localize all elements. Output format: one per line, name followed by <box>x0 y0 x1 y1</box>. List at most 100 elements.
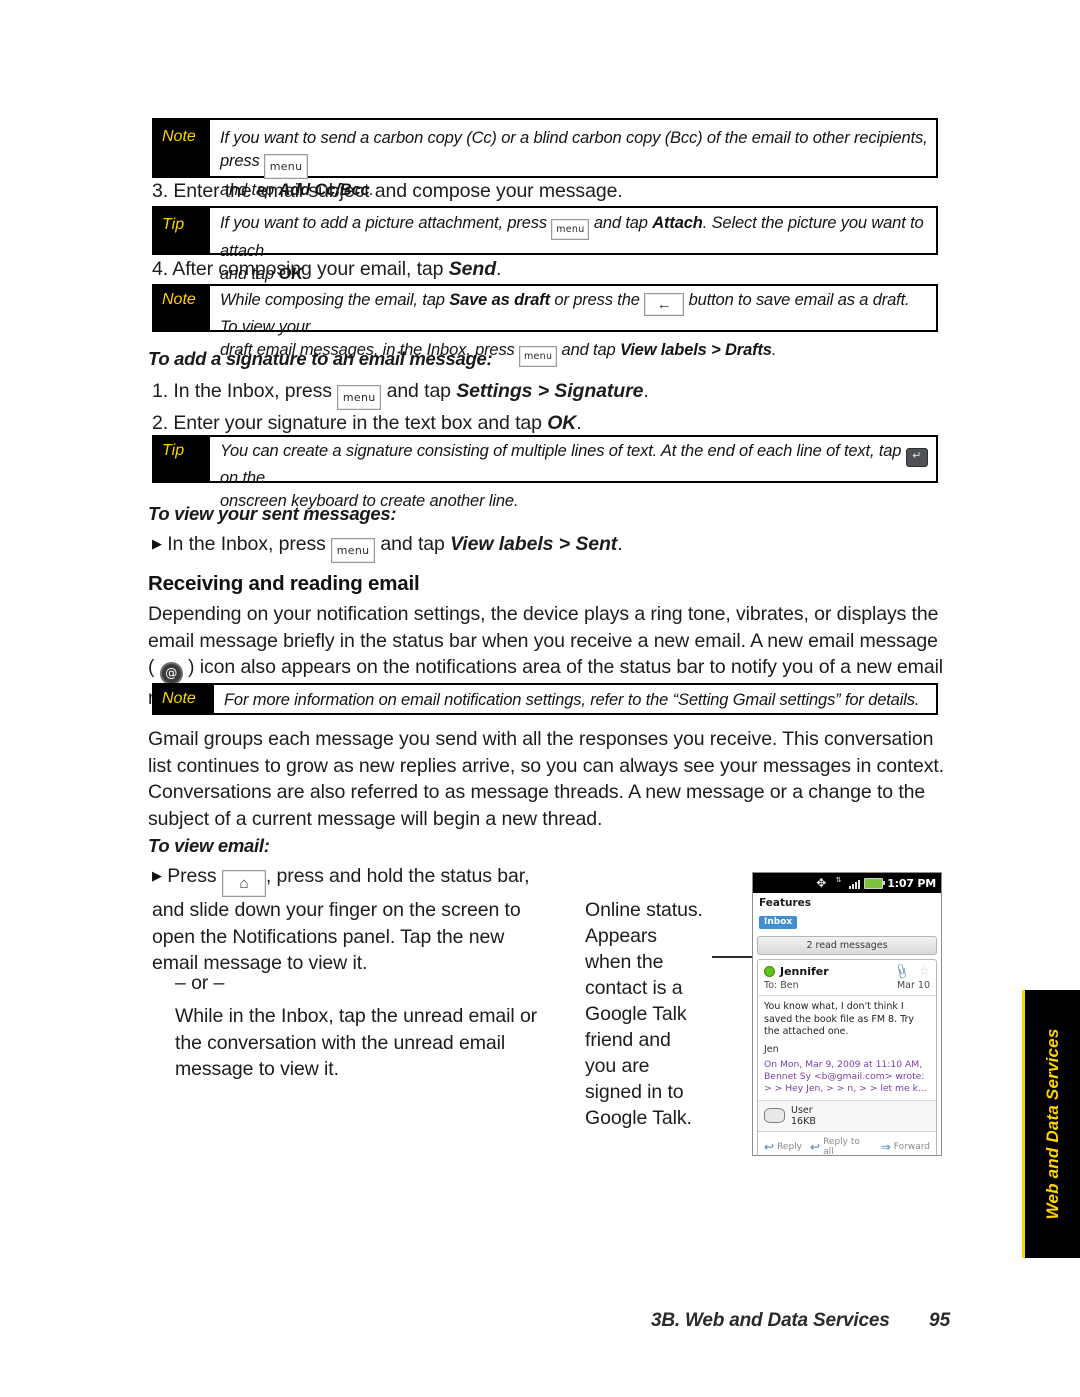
view-email-item-2: While in the Inbox, tap the unread email… <box>175 1003 560 1083</box>
callout-body: While composing the email, tap Save as d… <box>210 286 936 367</box>
message-meta-row: To: Ben Mar 10 <box>758 980 936 996</box>
message-quoted-text: On Mon, Mar 9, 2009 at 11:10 AM, Bennet … <box>764 1058 927 1094</box>
message-actions-row: ↩ Reply ↩ Reply to all ⇒ Forward <box>758 1130 936 1156</box>
signal-bars-icon <box>849 878 861 889</box>
manual-page: Note If you want to send a carbon copy (… <box>0 0 1080 1397</box>
message-header: Jennifer 📎 ☆ <box>758 960 936 980</box>
page-section-heading: Receiving and reading email <box>148 572 420 596</box>
callout-body: If you want to add a picture attachment,… <box>210 208 936 283</box>
callout-label: Tip <box>154 437 210 481</box>
gps-icon: ✥ <box>816 876 827 890</box>
sent-viewlabels: View labels > Sent <box>450 533 618 555</box>
step-3-label: 3. Enter the email subject and compose y… <box>152 180 623 202</box>
note-gmail-settings-text: For more information on email notificati… <box>224 691 920 709</box>
section-heading-text: Receiving and reading email <box>148 572 420 595</box>
online-status-callout-text: Online status. Appears when the contact … <box>585 899 703 1129</box>
reply-all-action[interactable]: ↩ Reply to all <box>810 1137 873 1156</box>
signature-step-1: 1. In the Inbox, press menu and tap Sett… <box>152 378 942 410</box>
data-transfer-icon: ⇅ <box>835 876 842 884</box>
signature-step2-text: 2. Enter your signature in the text box … <box>152 412 548 434</box>
tip-signature-onthe: on the <box>220 469 265 487</box>
sent-bullet-item: ▶ In the Inbox, press menu and tap View … <box>152 531 942 563</box>
phone-content: Features Inbox 2 read messages Jennifer … <box>753 893 941 1156</box>
message-sender: Jennifer <box>780 964 829 978</box>
callout-label: Note <box>154 685 214 713</box>
attachment-size: 16KB <box>791 1115 816 1127</box>
callout-label: Note <box>154 286 210 330</box>
tip-signature-line1: You can create a signature consisting of… <box>220 442 902 460</box>
phone-screenshot: ✥ ⇅ 1:07 PM Features Inbox 2 read messag… <box>752 872 942 1156</box>
or-separator-text: – or – <box>175 972 225 994</box>
status-bar-time: 1:07 PM <box>887 876 936 890</box>
attachment-meta: User 16KB <box>791 1105 816 1127</box>
forward-arrow-icon: ⇒ <box>880 1139 891 1154</box>
step-4-send: Send <box>448 258 497 280</box>
attachment-name: User <box>791 1104 813 1116</box>
at-sign-icon: @ <box>159 662 183 685</box>
signature-step1-text: 1. In the Inbox, press <box>152 380 332 402</box>
sent-andtap: and tap <box>375 533 451 555</box>
label-chip-inbox[interactable]: Inbox <box>759 916 798 929</box>
signature-step1-period: . <box>643 380 649 402</box>
note-text-orpress: or press the <box>550 291 640 309</box>
sent-text: In the Inbox, press <box>167 533 326 555</box>
step-3-text: 3. Enter the email subject and compose y… <box>152 178 942 205</box>
tip-text-line1: If you want to add a picture attachment,… <box>220 214 547 232</box>
message-card[interactable]: Jennifer 📎 ☆ To: Ben Mar 10 You know wha… <box>757 959 937 1156</box>
phone-status-bar: ✥ ⇅ 1:07 PM <box>753 873 941 893</box>
note-text-line1: If you want to send a carbon copy (Cc) o… <box>220 129 928 170</box>
menu-key-icon: menu <box>264 154 309 179</box>
signature-step2-ok: OK <box>547 412 577 434</box>
note-text-period2: . <box>771 341 777 359</box>
attachment-file-icon <box>764 1108 785 1123</box>
subheading-add-signature: To add a signature to an email message: <box>148 348 493 370</box>
menu-key-icon: menu <box>551 219 590 240</box>
signature-step1-settings: Settings > Signature <box>456 380 644 402</box>
menu-key-icon: menu <box>331 538 376 563</box>
star-icon[interactable]: ☆ <box>919 964 930 978</box>
step-4-period: . <box>496 258 502 280</box>
note-text-viewlabels-drafts: View labels > Drafts <box>619 341 772 359</box>
online-status-dot-icon <box>764 965 775 977</box>
note-text-saveasdraft: Save as draft <box>449 291 550 309</box>
receiving-para2-text: Gmail groups each message you send with … <box>148 728 944 830</box>
menu-key-icon: menu <box>337 385 382 410</box>
chapter-side-tab: Web and Data Services <box>1022 990 1080 1258</box>
read-messages-bar[interactable]: 2 read messages <box>757 936 937 955</box>
note-text-andtap2: and tap <box>557 341 620 359</box>
menu-key-icon: menu <box>519 346 558 367</box>
reply-action[interactable]: ↩ Reply <box>764 1140 802 1154</box>
bullet-arrow-icon: ▶ <box>152 868 162 883</box>
subheading-view-email: To view email: <box>148 835 270 857</box>
message-body: You know what, I don't think I saved the… <box>764 1001 915 1037</box>
callout-body: If you want to send a carbon copy (Cc) o… <box>210 120 936 199</box>
footer-page-number: 95 <box>929 1310 950 1332</box>
note-box-save-draft: Note While composing the email, tap Save… <box>152 284 938 367</box>
tip-box-attach: Tip If you want to add a picture attachm… <box>152 206 938 283</box>
online-status-callout: Online status. Appears when the contact … <box>585 897 705 1131</box>
side-tab-label: Web and Data Services <box>1042 1028 1062 1220</box>
message-signature: Jen <box>764 1043 779 1055</box>
step-4-text: 4. After composing your email, tap Send. <box>152 256 942 283</box>
note-text-while: While composing the email, tap <box>220 291 450 309</box>
reply-all-arrow-icon: ↩ <box>810 1139 821 1154</box>
signature-step1-andtap: and tap <box>381 380 457 402</box>
back-key-icon: ← <box>644 293 685 316</box>
note-box-gmail-settings: Note For more information on email notif… <box>152 683 938 715</box>
footer-page-text: 95 <box>929 1310 951 1331</box>
battery-icon <box>864 877 886 889</box>
note-box-cc-bcc: Note If you want to send a carbon copy (… <box>152 118 938 199</box>
tip-box-signature: Tip You can create a signature consistin… <box>152 435 938 510</box>
signature-step-2: 2. Enter your signature in the text box … <box>152 410 942 437</box>
enter-key-icon: ↵ <box>905 448 928 467</box>
step-4-label: 4. After composing your email, tap <box>152 258 449 280</box>
reply-label: Reply <box>777 1141 802 1152</box>
forward-action[interactable]: ⇒ Forward <box>881 1140 930 1154</box>
view-email-press-label: Press <box>167 865 217 887</box>
subheading-text: To view email: <box>148 835 270 856</box>
attachment-row[interactable]: User 16KB <box>758 1099 936 1131</box>
callout-label: Note <box>154 120 210 176</box>
tip-text-andtap: and tap <box>589 214 653 232</box>
view-email-item-1: ▶ Press ⌂, press and hold the status bar… <box>152 863 552 977</box>
callout-label: Tip <box>154 208 210 253</box>
